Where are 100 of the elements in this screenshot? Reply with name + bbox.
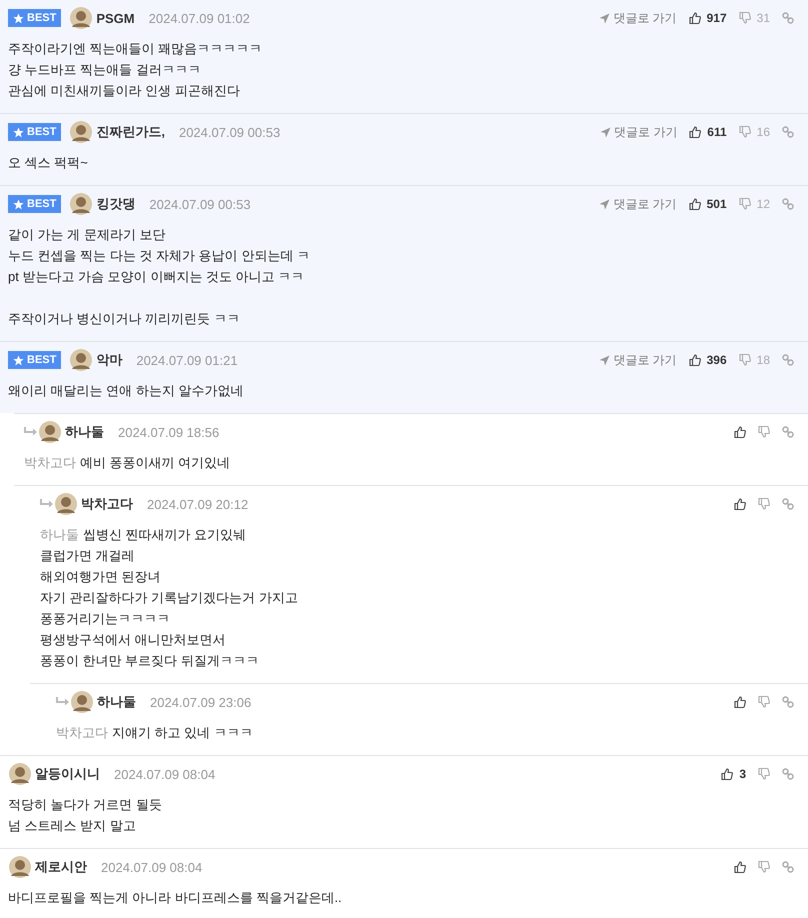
comment-date: 2024.07.09 00:53 [178,124,280,140]
comment-text: 클럽가면 개걸레 [40,547,136,565]
avatar-icon [70,690,94,714]
like-count: 501 [706,197,727,211]
reply-arrow-icon [40,499,54,509]
send-icon [599,198,610,210]
dislike-count: 18 [756,353,770,367]
best-badge: BEST [8,123,62,141]
best-badge: BEST [8,9,62,27]
comment-text: 평생방구석에서 애니만처보면서 [40,631,227,649]
thumbs-down-icon[interactable] [738,198,751,210]
comment-text: 넘 스트레스 받지 말고 [8,817,137,835]
thumbs-up-icon[interactable] [721,768,734,780]
author-name[interactable]: 박차고다 [81,495,133,513]
thumbs-down-icon[interactable] [758,426,770,438]
comment-text: 지얘기 하고 있네 ㅋㅋㅋ [112,724,253,742]
link-icon[interactable] [782,12,794,24]
comment-date: 2024.07.09 18:56 [118,424,220,440]
dislike-count: 16 [756,125,770,139]
avatar-icon [69,120,94,144]
go-to-comment-link[interactable]: 댓글로 가기 [600,124,678,140]
link-icon[interactable] [782,768,794,780]
link-icon[interactable] [782,498,794,510]
star-icon [13,126,24,138]
comment-text: 주작이라기엔 찍는애들이 꽤많음ㅋㅋㅋㅋㅋ [8,40,264,58]
star-icon [13,198,24,210]
author-name[interactable]: 알등이시니 [35,765,100,783]
reply-arrow-icon [24,427,38,437]
link-icon[interactable] [782,696,794,708]
thumbs-up-icon[interactable] [688,198,701,210]
comment-text: pt 받는다고 가슴 모양이 이뻐지는 것도 아니고 ㅋㅋ [8,268,306,286]
link-icon[interactable] [782,426,794,438]
avatar-icon [54,492,78,516]
go-to-comment-link[interactable]: 댓글로 가기 [599,352,677,368]
thumbs-up-icon[interactable] [734,696,746,708]
comment-text: 같이 가는 게 문제라기 보단 [8,226,166,244]
link-icon[interactable] [782,198,794,210]
thumbs-up-icon[interactable] [734,498,746,510]
comment-date: 2024.07.09 20:12 [147,496,248,512]
dislike-count: 12 [756,197,770,211]
comment-date: 2024.07.09 23:06 [150,694,252,710]
thumbs-up-icon[interactable] [688,12,701,24]
send-icon [600,126,611,138]
link-icon[interactable] [782,126,794,138]
comment-text: 퐁퐁이 한녀만 부르짖다 뒤질게ㅋㅋㅋ [40,652,260,670]
send-icon [599,354,610,366]
like-count: 917 [706,11,727,25]
like-count: 611 [707,125,727,139]
comment-text: 왜이리 매달리는 연애 하는지 알수가없네 [8,382,244,400]
thumbs-up-icon[interactable] [734,426,746,438]
send-icon [599,12,610,24]
comment-text: 적당히 놀다가 거르면 될듯 [8,796,163,814]
like-count: 3 [739,767,746,781]
avatar-icon [38,420,62,444]
star-icon [13,354,24,366]
star-icon [13,12,24,24]
comment-text: 관심에 미친새끼들이라 인생 피곤해진다 [8,82,241,100]
comment-date: 2024.07.09 08:04 [114,766,216,782]
author-name[interactable]: 킹갓댕 [96,195,136,213]
avatar-icon [69,6,94,30]
thumbs-up-icon[interactable] [688,354,701,366]
comment-text: 자기 관리잘하다가 기록남기겠다는거 가지고 [40,589,299,607]
author-name[interactable]: PSGM [96,10,135,26]
thumbs-up-icon[interactable] [689,126,702,138]
thumbs-down-icon[interactable] [758,861,770,873]
thumbs-up-icon[interactable] [734,861,746,873]
avatar-icon [69,192,94,216]
avatar-icon [8,762,32,786]
reply-arrow-icon [56,697,70,707]
thumbs-down-icon[interactable] [738,12,751,24]
best-badge: BEST [8,351,62,369]
comment-text: 바디프로필을 찍는게 아니라 바디프레스를 찍을거같은데.. [8,889,343,907]
comment-text: 퐁퐁거리기는ㅋㅋㅋㅋ [40,610,171,628]
dislike-count: 31 [756,11,770,25]
comment-text: 누드 컨셉을 찍는 다는 것 자체가 용납이 안되는데 ㅋ [8,247,311,265]
author-name[interactable]: 진짜린가드, [96,123,165,141]
thumbs-down-icon[interactable] [738,126,751,138]
comment-date: 2024.07.09 01:21 [136,352,238,368]
comment-text: 주작이거나 병신이거나 끼리끼린듯 ㅋㅋ [8,310,241,328]
go-to-comment-link[interactable]: 댓글로 가기 [599,196,677,212]
link-icon[interactable] [782,354,794,366]
best-badge: BEST [8,195,62,213]
go-to-comment-link[interactable]: 댓글로 가기 [599,10,677,26]
thumbs-down-icon[interactable] [758,696,770,708]
author-name[interactable]: 하나둘 [65,423,104,441]
comment-date: 2024.07.09 08:04 [101,860,202,874]
comment-date: 2024.07.09 00:53 [149,196,251,212]
like-count: 396 [706,353,727,367]
avatar-icon [8,855,32,879]
comment-text: 걍 누드바프 찍는애들 걸러ㅋㅋㅋ [8,61,202,79]
thumbs-down-icon[interactable] [758,768,770,780]
author-name[interactable]: 제로시안 [35,858,87,876]
comment-date: 2024.07.09 01:02 [148,10,250,26]
author-name[interactable]: 악마 [96,351,122,369]
avatar-icon [69,348,94,372]
comment-text: 예비 퐁퐁이새끼 여기있네 [80,454,230,472]
thumbs-down-icon[interactable] [738,354,751,366]
link-icon[interactable] [782,861,794,873]
thumbs-down-icon[interactable] [758,498,770,510]
author-name[interactable]: 하나둘 [97,693,136,711]
